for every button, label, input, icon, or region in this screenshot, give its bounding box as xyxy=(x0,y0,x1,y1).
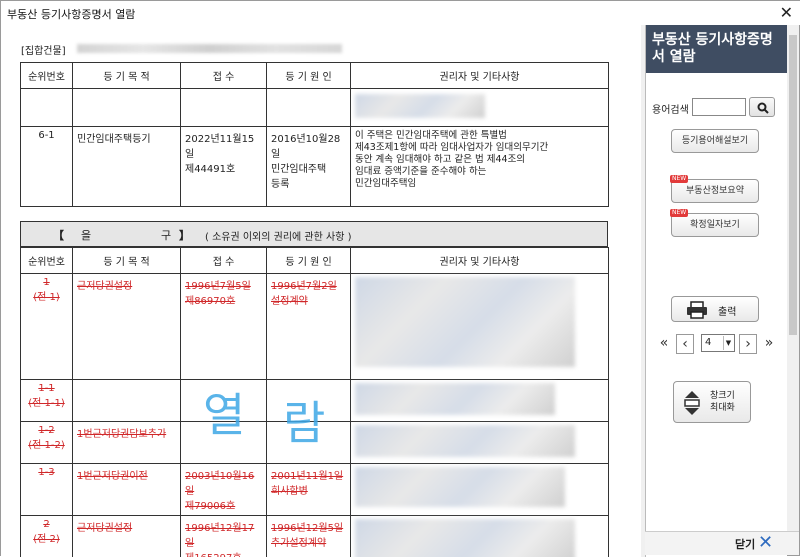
rank-cell: 1-1 (전 1-1) xyxy=(21,380,73,422)
rank-cell: 1-3 xyxy=(21,464,73,516)
ownership-table: 순위번호 등 기 목 적 접 수 등 기 원 인 권리자 및 기타사항 6-1 … xyxy=(20,62,609,207)
close-button[interactable]: 닫기 xyxy=(735,536,755,552)
building-type-label: [집합건물] xyxy=(21,42,66,57)
col-cause: 등 기 원 인 xyxy=(267,248,351,274)
page-select[interactable]: 4 ▼ xyxy=(701,334,735,352)
col-cause: 등 기 원 인 xyxy=(267,63,351,89)
redacted-address xyxy=(77,44,342,53)
title-bar: 부동산 등기사항증명서 열람 ✕ xyxy=(1,1,800,25)
cause-cell: 1996년12월5일 추가설정계약 xyxy=(267,516,351,557)
document-view[interactable]: [집합건물] 순위번호 등 기 목 적 접 수 등 기 원 인 권리자 및 기타… xyxy=(1,25,641,557)
table-row xyxy=(21,89,609,127)
next-page-icon[interactable]: › xyxy=(739,334,757,354)
confirm-date-button[interactable]: NEW 확정일자보기 xyxy=(671,213,759,237)
col-rights: 권리자 및 기타사항 xyxy=(351,63,609,89)
section-description: ( 소유권 이외의 권리에 관한 사항 ) xyxy=(205,228,351,243)
chevron-down-icon: ▼ xyxy=(723,336,733,350)
redacted-rights xyxy=(355,519,575,557)
table-row: 2 (전 2) 근저당권설정 1996년12월17일 제165297호 1996… xyxy=(21,516,609,557)
term-help-button[interactable]: 등기용어해설보기 xyxy=(671,129,759,153)
term-search-button[interactable] xyxy=(749,97,775,117)
table-row: 1-2 (전 1-2) 1번근저당권담보추가 xyxy=(21,422,609,464)
print-button[interactable]: 출력 xyxy=(671,296,759,322)
last-page-icon[interactable]: » xyxy=(760,334,778,354)
scroll-thumb[interactable] xyxy=(789,35,797,335)
cause-cell: 1996년7월2일 설정계약 xyxy=(267,274,351,380)
maximize-arrows-icon xyxy=(681,390,703,416)
new-badge: NEW xyxy=(670,209,688,217)
rights-cell: 이 주택은 민간임대주택에 관한 특별법 제43조제1항에 따라 임대사업자가 … xyxy=(351,127,609,207)
col-receipt: 접 수 xyxy=(181,248,267,274)
receipt-cell: 1996년12월17일 제165297호 xyxy=(181,516,267,557)
receipt-cell: 1996년7월5일 제86970호 xyxy=(181,274,267,380)
first-page-icon[interactable]: « xyxy=(655,334,673,354)
property-summary-button[interactable]: NEW 부동산정보요약 xyxy=(671,179,759,203)
col-purpose: 등 기 목 적 xyxy=(73,248,181,274)
table-row: 6-1 민간임대주택등기 2022년11월15일 제44491호 2016년10… xyxy=(21,127,609,207)
table-header-row: 순위번호 등 기 목 적 접 수 등 기 원 인 권리자 및 기타사항 xyxy=(21,63,609,89)
table-row: 1-1 (전 1-1) xyxy=(21,380,609,422)
other-rights-table: 순위번호 등 기 목 적 접 수 등 기 원 인 권리자 및 기타사항 1 (전… xyxy=(20,247,609,557)
window-close-icon[interactable]: ✕ xyxy=(780,3,793,22)
col-rank: 순위번호 xyxy=(21,248,73,274)
col-receipt: 접 수 xyxy=(181,63,267,89)
purpose-cell: 1번근저당권담보추가 xyxy=(73,422,181,464)
rank-cell: 6-1 xyxy=(21,127,73,207)
purpose-cell: 근저당권설정 xyxy=(73,516,181,557)
rank-cell: 2 (전 2) xyxy=(21,516,73,557)
rank-cell: 1-2 (전 1-2) xyxy=(21,422,73,464)
registry-viewer-window: 부동산 등기사항증명서 열람 ✕ [집합건물] 순위번호 등 기 목 적 접 수… xyxy=(0,0,800,556)
receipt-cell: 2022년11월15일 제44491호 xyxy=(181,127,267,207)
redacted-rights xyxy=(355,277,575,367)
close-icon[interactable]: ✕ xyxy=(758,532,773,553)
side-scrollbar[interactable] xyxy=(787,25,799,535)
window-title: 부동산 등기사항증명서 열람 xyxy=(7,6,135,22)
section-header-eul: 【 을 구 】 ( 소유권 이외의 권리에 관한 사항 ) xyxy=(20,221,608,247)
col-purpose: 등 기 목 적 xyxy=(73,63,181,89)
purpose-cell: 근저당권설정 xyxy=(73,274,181,380)
purpose-cell: 1번근저당권이전 xyxy=(73,464,181,516)
redacted-rights xyxy=(355,383,555,415)
table-header-row: 순위번호 등 기 목 적 접 수 등 기 원 인 권리자 및 기타사항 xyxy=(21,248,609,274)
prev-page-icon[interactable]: ‹ xyxy=(676,334,694,354)
rank-cell: 1 (전 1) xyxy=(21,274,73,380)
redacted-rights xyxy=(355,467,565,507)
col-rank: 순위번호 xyxy=(21,63,73,89)
search-icon xyxy=(757,102,769,114)
table-row: 1-3 1번근저당권이전 2003년10월16일 제79006호 2001년11… xyxy=(21,464,609,516)
term-search-label: 용어검색 xyxy=(652,101,689,116)
redacted-rights xyxy=(355,425,575,457)
section-title: 을 xyxy=(81,227,91,243)
cause-cell: 2016년10월28일 민간임대주택 등록 xyxy=(267,127,351,207)
purpose-cell: 민간임대주택등기 xyxy=(73,127,181,207)
table-row: 1 (전 1) 근저당권설정 1996년7월5일 제86970호 1996년7월… xyxy=(21,274,609,380)
side-panel: 부동산 등기사항증명서 열람 용어검색 등기용어해설보기 NEW 부동산정보요약… xyxy=(645,25,787,557)
term-search-input[interactable] xyxy=(692,98,746,116)
side-panel-title: 부동산 등기사항증명서 열람 xyxy=(646,25,788,73)
close-bar: 닫기 ✕ xyxy=(645,531,799,555)
maximize-window-button[interactable]: 창크기최대화 xyxy=(673,381,751,423)
col-rights: 권리자 및 기타사항 xyxy=(351,248,609,274)
receipt-cell: 2003년10월16일 제79006호 xyxy=(181,464,267,516)
cause-cell: 2001년11월1일 회사합병 xyxy=(267,464,351,516)
printer-icon xyxy=(686,301,708,319)
redacted-rights xyxy=(355,94,485,118)
new-badge: NEW xyxy=(670,175,688,183)
